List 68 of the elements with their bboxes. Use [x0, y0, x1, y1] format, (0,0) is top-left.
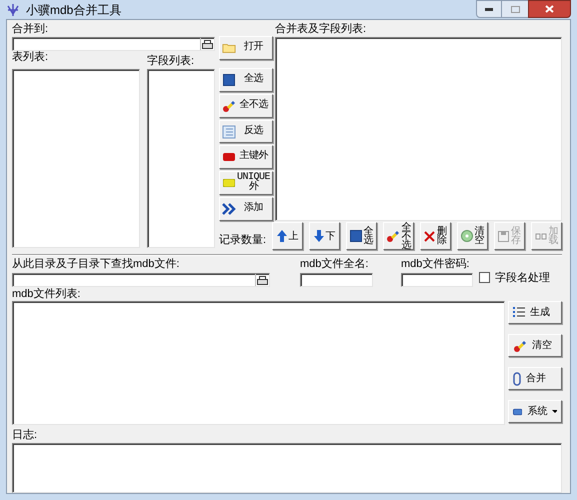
- list-button[interactable]: 清空: [457, 222, 488, 250]
- search-dir-label: 从此目录及子目录下查找mdb文件:: [12, 257, 180, 271]
- action-button[interactable]: 生成: [508, 301, 562, 324]
- arrow-down-icon: [314, 230, 324, 242]
- disc-icon: [460, 230, 472, 242]
- eraser-icon: [222, 98, 236, 113]
- app-icon: [6, 2, 20, 16]
- merge-to-label: 合并到:: [12, 22, 48, 36]
- list-button[interactable]: 全选: [346, 222, 377, 250]
- arrow-up-icon: [276, 230, 286, 242]
- floppy-icon: [498, 230, 509, 242]
- side-button[interactable]: 全不选: [219, 94, 273, 118]
- table-list[interactable]: [12, 69, 140, 248]
- maximize-icon: [510, 6, 520, 12]
- merge-to-field[interactable]: [12, 37, 215, 51]
- list-button[interactable]: 上: [272, 222, 303, 250]
- file-list-label: mdb文件列表:: [12, 287, 80, 301]
- record-count-label: 记录数量:: [219, 234, 266, 246]
- window-title: 小骥mdb合并工具: [26, 2, 122, 18]
- pill-icon: [223, 153, 235, 162]
- minimize-button[interactable]: [476, 0, 502, 18]
- action-button[interactable]: 合并: [508, 367, 562, 390]
- list-icon: [222, 124, 236, 138]
- square-icon: [223, 74, 235, 86]
- action-button[interactable]: 系统: [508, 400, 562, 423]
- eraser-icon: [386, 229, 400, 243]
- log-box[interactable]: [12, 443, 562, 493]
- folder-icon: [222, 42, 236, 54]
- side-button[interactable]: UNIQUE外: [219, 171, 273, 196]
- browse-button[interactable]: [200, 38, 214, 50]
- panel-icon: [513, 408, 522, 416]
- minimize-icon: [485, 8, 493, 10]
- browse-button[interactable]: [255, 274, 269, 286]
- caret-icon: [552, 410, 557, 413]
- side-button[interactable]: 添加: [219, 197, 273, 222]
- side-button[interactable]: 主键外: [219, 145, 273, 170]
- checkbox-label: 字段名处理: [495, 270, 550, 286]
- checkbox[interactable]: [479, 272, 490, 284]
- paperclip-icon: [513, 372, 521, 386]
- file-name-field[interactable]: [300, 273, 373, 287]
- side-button[interactable]: 全选: [219, 68, 273, 92]
- list-button[interactable]: 下: [309, 222, 340, 250]
- file-list[interactable]: [12, 301, 505, 425]
- list-icon: [513, 307, 525, 318]
- field-list-label: 字段列表:: [147, 54, 194, 68]
- close-icon: [545, 5, 554, 13]
- field-list[interactable]: [147, 69, 215, 248]
- merge-list-label: 合并表及字段列表:: [275, 22, 366, 36]
- action-button[interactable]: 清空: [508, 334, 562, 357]
- eraser-icon: [513, 338, 527, 352]
- side-button[interactable]: 打开: [219, 36, 273, 60]
- close-icon: [424, 230, 435, 242]
- search-dir-field[interactable]: [12, 273, 270, 287]
- file-name-label: mdb文件全名:: [300, 257, 370, 271]
- pill-icon: [223, 179, 235, 188]
- printer-icon: [257, 276, 268, 284]
- password-label: mdb文件密码:: [401, 257, 470, 271]
- square-icon: [350, 230, 362, 242]
- printer-icon: [202, 40, 213, 48]
- list-button[interactable]: 全不选: [383, 222, 414, 250]
- table-list-label: 表列表:: [12, 51, 48, 63]
- plug-icon: [534, 230, 546, 242]
- close-button[interactable]: [528, 0, 571, 18]
- password-field[interactable]: [401, 273, 473, 287]
- list-button[interactable]: 删除: [420, 222, 451, 250]
- side-button[interactable]: 反选: [219, 120, 273, 144]
- log-label: 日志:: [12, 428, 38, 442]
- chevrons-icon: [222, 203, 236, 216]
